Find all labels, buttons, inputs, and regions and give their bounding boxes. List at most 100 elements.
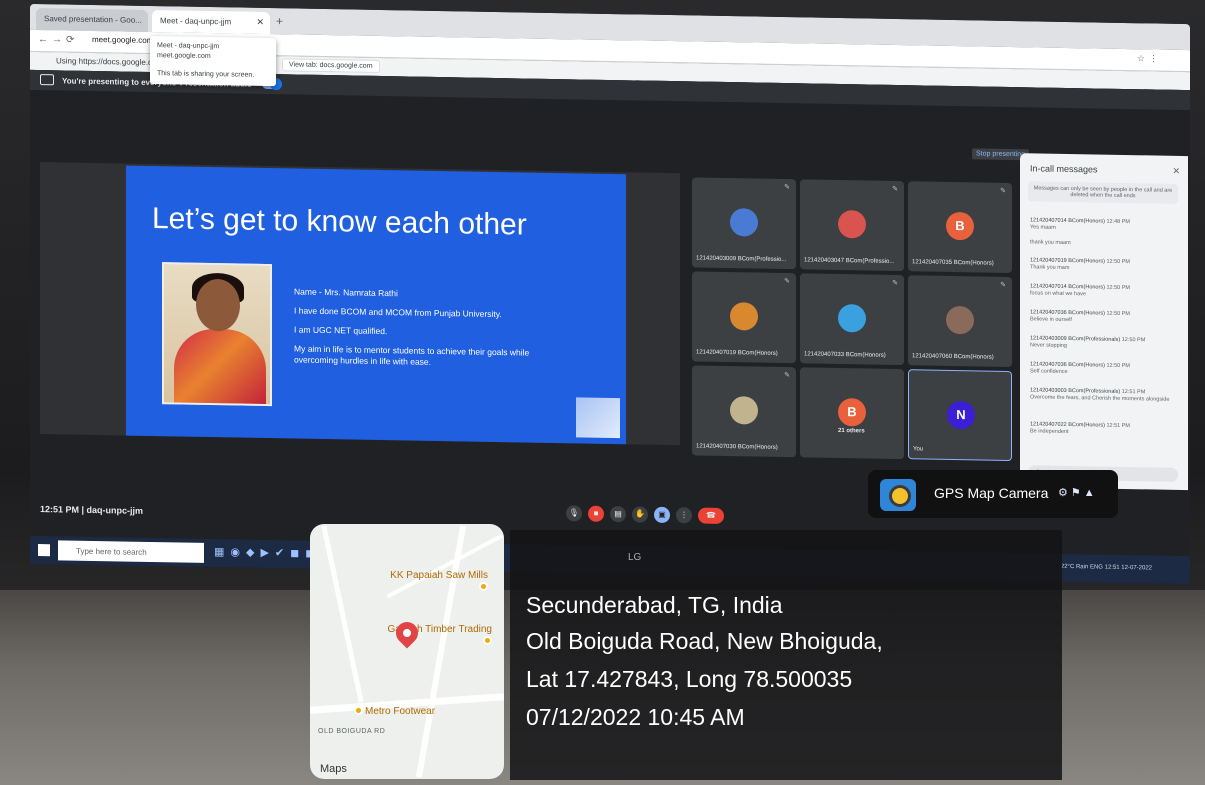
- self-tile[interactable]: N You: [908, 369, 1012, 462]
- pin-icon[interactable]: ✎: [1000, 187, 1006, 195]
- participant-name: 121420407035 BCom(Honors): [912, 259, 994, 267]
- presenter-photo: [162, 262, 272, 407]
- pin-icon[interactable]: ✎: [784, 277, 790, 285]
- participant-tile[interactable]: ✎ 121420403009 BCom(Professio...: [692, 177, 796, 270]
- close-icon[interactable]: ✕: [1172, 166, 1180, 177]
- participant-tile[interactable]: ✎ 121420407030 BCom(Honors): [692, 365, 796, 458]
- avatar: [730, 208, 758, 237]
- participant-tile[interactable]: ✎ 121420403047 BCom(Professio...: [800, 179, 904, 272]
- map-thumbnail: KK Papaiah Saw Mills Ganesh Timber Tradi…: [310, 524, 504, 779]
- windows-start-icon[interactable]: [38, 544, 50, 557]
- participant-name: 121420403047 BCom(Professio...: [804, 257, 895, 265]
- slide: Let’s get to know each other Name - Mrs.…: [126, 165, 626, 445]
- maps-credit-label: Maps: [320, 763, 347, 775]
- participant-name: 121420407030 BCom(Honors): [696, 443, 778, 451]
- gps-camera-badge: GPS Map Camera ⚙⚑▲: [868, 470, 1118, 518]
- poi-label: Metro Footwear: [365, 706, 436, 717]
- tab-label: Meet - daq-unpc-jjm: [160, 16, 232, 27]
- captions-icon[interactable]: ▤: [610, 506, 626, 523]
- participant-name: 121420407060 BCom(Honors): [912, 353, 994, 361]
- message-text: Self confidence: [1030, 368, 1068, 375]
- coordinates-line: Lat 17.427843, Long 78.500035: [526, 666, 853, 692]
- message-time: 12:50 PM: [1121, 336, 1146, 344]
- message-text: Be independent: [1030, 428, 1069, 436]
- participant-name: 121420407033 BCom(Honors): [804, 351, 886, 359]
- message-text: focus on what we have: [1030, 290, 1086, 298]
- taskbar-search[interactable]: Type here to search: [58, 540, 204, 563]
- message-time: 12:50 PM: [1106, 310, 1130, 318]
- new-tab-icon[interactable]: +: [276, 14, 283, 28]
- navigation-icons[interactable]: ←→⟳: [38, 34, 78, 46]
- participant-tile[interactable]: ✎ 121420407033 BCom(Honors): [800, 273, 904, 366]
- message-time: 12:51 PM: [1121, 388, 1146, 396]
- avatar: [946, 305, 974, 335]
- chat-message: 121420407014 BCom(Honors) 12:50 PM focus …: [1030, 283, 1178, 300]
- message-text: Overcome the fears, and Cherish the mome…: [1030, 394, 1170, 403]
- timestamp-line: 07/12/2022 10:45 AM: [526, 704, 745, 730]
- message-text: thank you maam: [1030, 239, 1071, 247]
- slide-body: Name - Mrs. Namrata Rathi I have done BC…: [294, 286, 564, 378]
- monitor-brand: LG: [628, 552, 642, 563]
- pin-icon[interactable]: ✎: [892, 185, 898, 193]
- gps-info-panel: LG Secunderabad, TG, India Old Boiguda R…: [510, 530, 1062, 780]
- avatar: B: [838, 397, 866, 427]
- tab-hover-card: Meet - daq-unpc-jjm meet.google.com This…: [150, 35, 276, 87]
- chat-message: 121420407036 BCom(Honors) 12:50 PM Self c…: [1030, 361, 1178, 378]
- slide-line: I am UGC NET qualified.: [294, 324, 388, 337]
- end-call-icon[interactable]: ☎: [698, 507, 724, 524]
- participant-tile[interactable]: ✎ 121420407019 BCom(Honors): [692, 271, 796, 364]
- message-text: Believe in ourself: [1030, 316, 1072, 324]
- camera-off-icon[interactable]: ■: [588, 505, 604, 522]
- chat-message: 121420403009 BCom(Professionals) 12:50 P…: [1030, 335, 1178, 352]
- participant-tile[interactable]: ✎ B 121420407035 BCom(Honors): [908, 181, 1012, 274]
- tab-meet[interactable]: Meet - daq-unpc-jjm ✕: [152, 10, 270, 35]
- avatar: B: [946, 211, 974, 241]
- browser-toolbar-icons[interactable]: ☆⋮: [1137, 53, 1162, 64]
- chat-message: 121420407036 BCom(Honors) 12:50 PM Believ…: [1030, 309, 1178, 326]
- avatar: [838, 303, 866, 333]
- meeting-time-code: 12:51 PM | daq-unpc-jjm: [40, 504, 144, 516]
- mic-icon[interactable]: 🎙: [566, 505, 582, 522]
- participant-grid: ✎ 121420403009 BCom(Professio... ✎ 1214204…: [692, 177, 1012, 462]
- chat-message: 121420407014 BCom(Honors) 12:48 PM Yes ma…: [1030, 217, 1178, 234]
- slide-decoration: [576, 397, 620, 439]
- pin-icon[interactable]: ✎: [784, 371, 790, 379]
- pin-icon[interactable]: ✎: [892, 279, 898, 287]
- maps-credit: Maps: [320, 763, 347, 775]
- slide-line: I have done BCOM and MCOM from Punjab Un…: [294, 305, 502, 320]
- system-tray-icons: ⚙⚑▲: [1058, 487, 1098, 499]
- more-options-icon[interactable]: ⋮: [676, 507, 692, 524]
- tab-slides[interactable]: Saved presentation - Goo...: [36, 7, 148, 32]
- close-icon[interactable]: ✕: [256, 17, 264, 28]
- view-tab-button[interactable]: View tab: docs.google.com: [282, 58, 380, 73]
- present-screen-icon: [40, 74, 54, 86]
- chat-panel: In-call messages ✕ Messages can only be …: [1020, 153, 1188, 491]
- participant-name: 121420407019 BCom(Honors): [696, 349, 778, 357]
- chat-message: thank you maam: [1030, 239, 1178, 249]
- slide-title: Let’s get to know each other: [152, 202, 527, 242]
- url-field[interactable]: meet.google.com: [92, 35, 153, 45]
- chat-title: In-call messages: [1030, 163, 1098, 175]
- participant-name: You: [913, 446, 924, 453]
- avatar: N: [947, 400, 975, 430]
- participant-tile[interactable]: ✎ 121420407060 BCom(Honors): [908, 275, 1012, 368]
- avatar: [730, 302, 758, 331]
- road-label: OLD BOIGUDA RD: [318, 728, 386, 735]
- pin-icon[interactable]: ✎: [1000, 281, 1006, 289]
- infobar-text: Using https://docs.google.com: [56, 56, 164, 68]
- location-line: Secunderabad, TG, India: [526, 592, 783, 618]
- message-text: Never stopping: [1030, 342, 1067, 349]
- gps-camera-app-icon: [880, 479, 916, 511]
- hover-card-url: meet.google.com: [157, 52, 211, 61]
- tab-label: Saved presentation - Goo...: [44, 14, 142, 25]
- address-line: Old Boiguda Road, New Bhoiguda,: [526, 628, 883, 654]
- others-tile[interactable]: B 21 others: [800, 367, 904, 460]
- message-time: 12:50 PM: [1106, 258, 1130, 266]
- map-poi: KK Papaiah Saw Mills: [380, 570, 488, 594]
- present-icon[interactable]: ▣: [654, 506, 670, 524]
- pin-icon[interactable]: ✎: [784, 183, 790, 191]
- gps-app-label: GPS Map Camera: [934, 485, 1049, 501]
- avatar: [838, 209, 866, 239]
- chat-message: 121420403003 BCom(Professionals) 12:51 P…: [1030, 387, 1178, 404]
- raise-hand-icon[interactable]: ✋: [632, 506, 648, 523]
